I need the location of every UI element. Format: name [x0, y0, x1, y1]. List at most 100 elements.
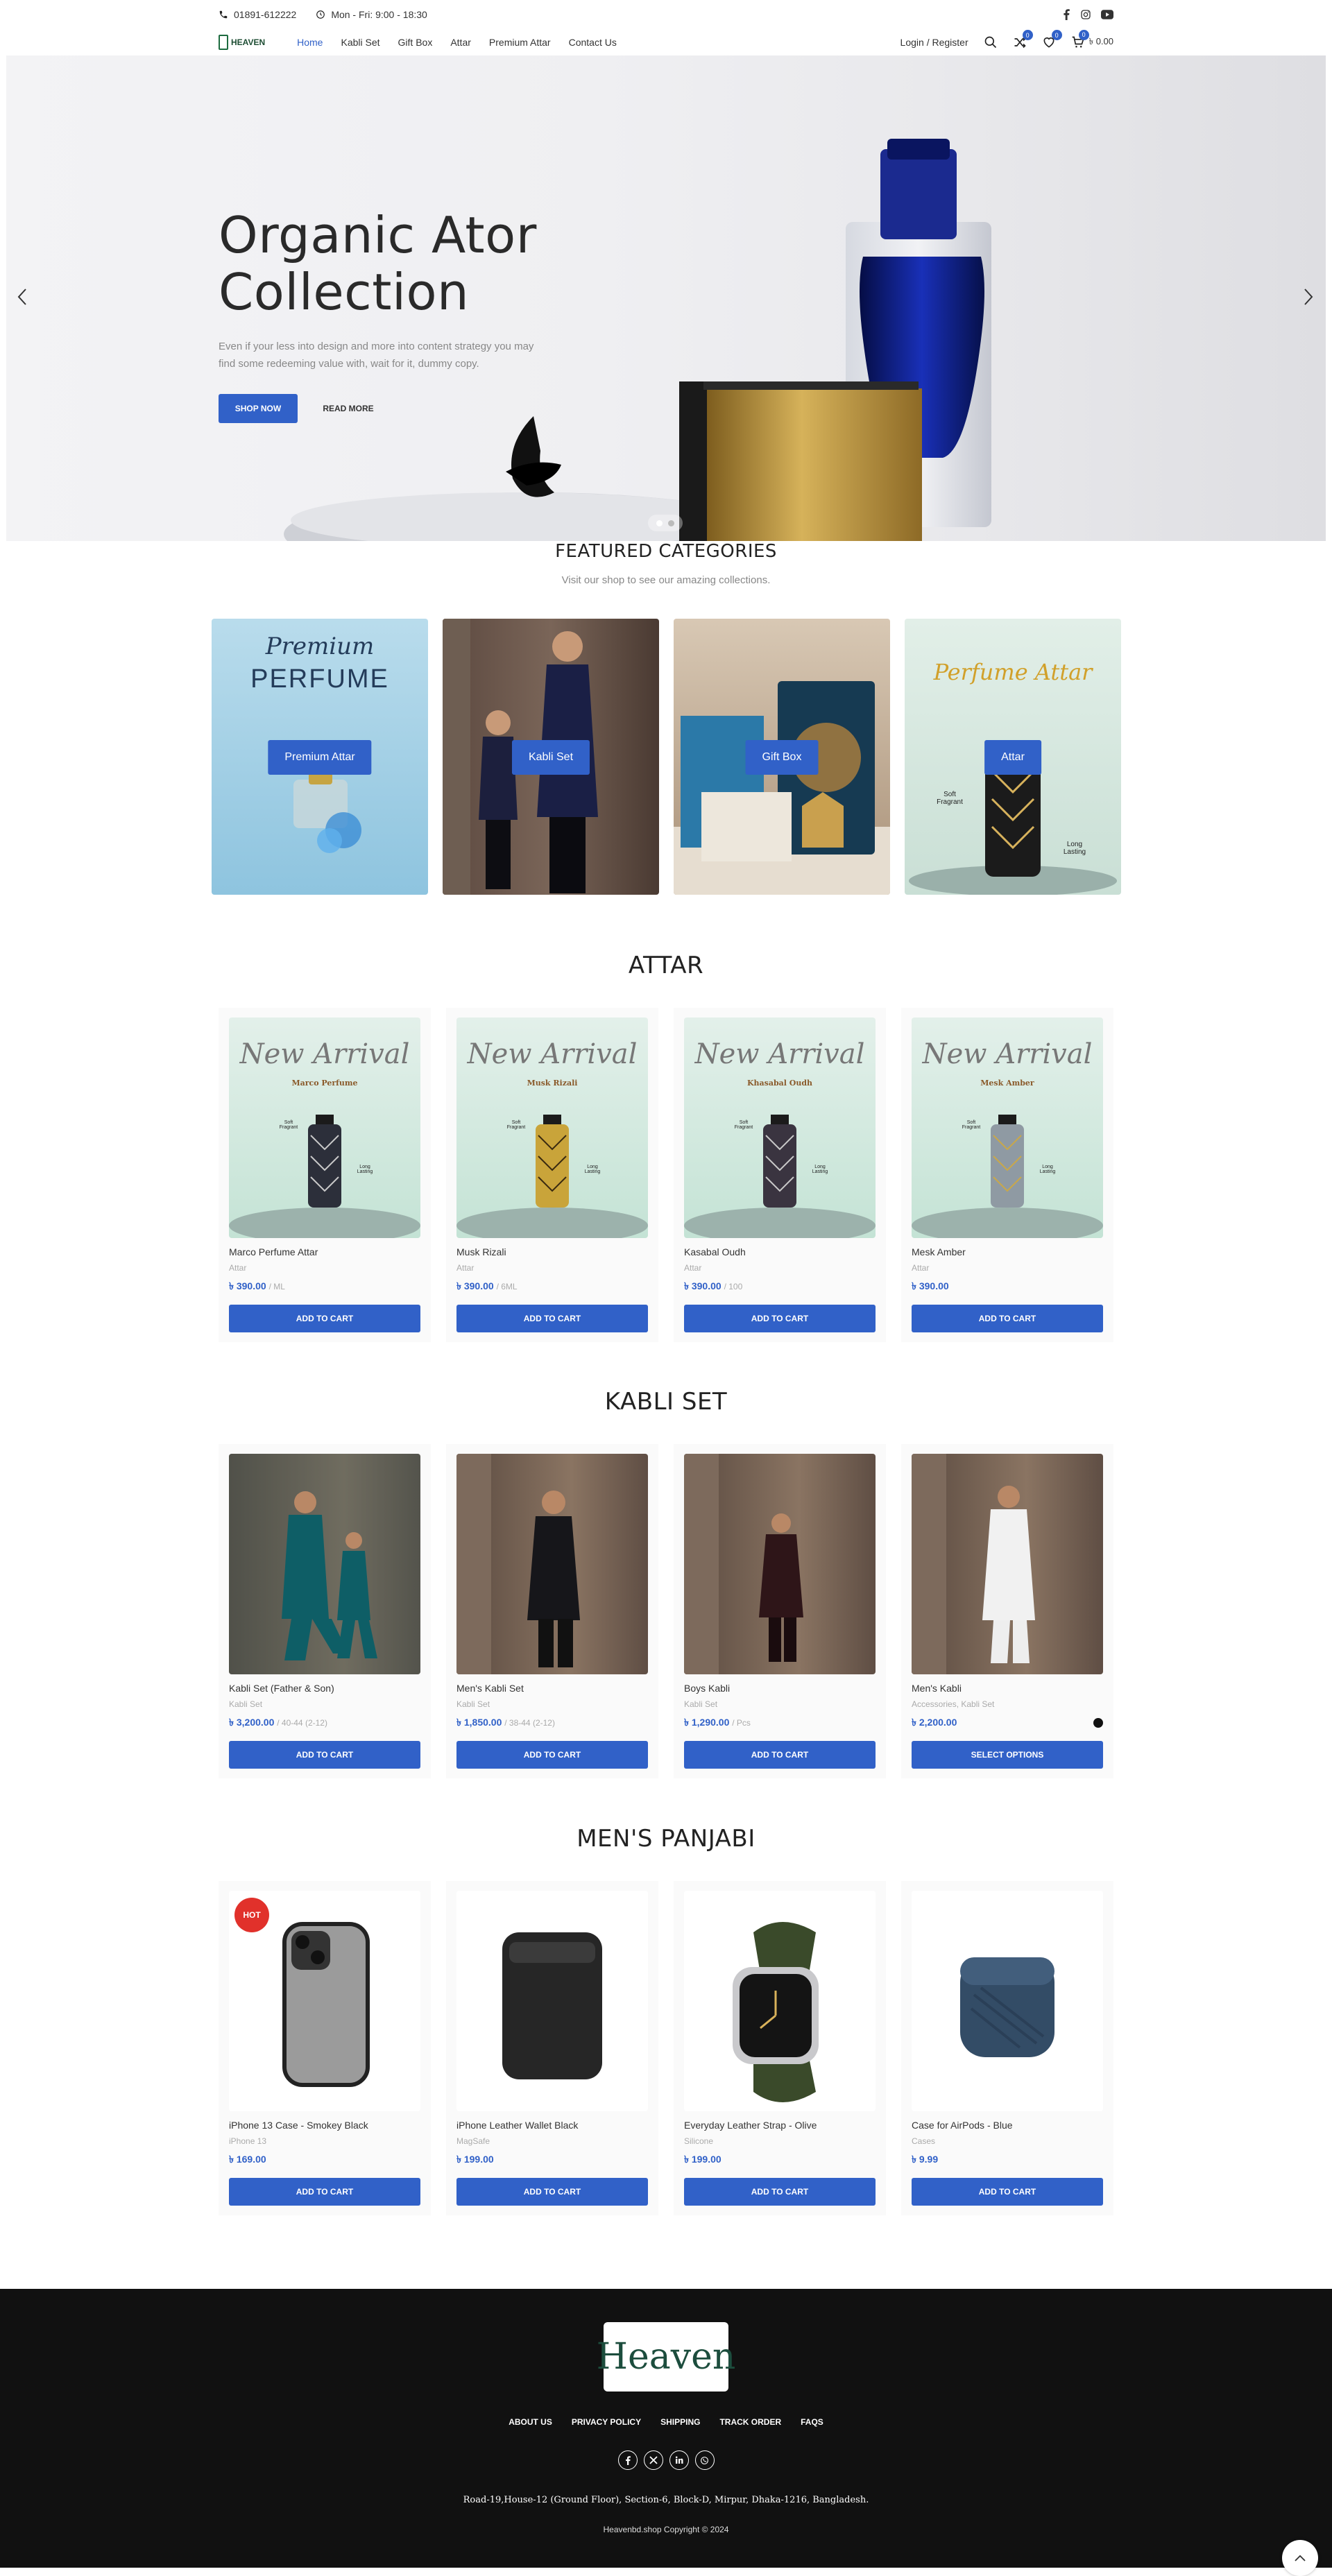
category-label[interactable]: Gift Box [745, 740, 819, 775]
category-gift-box[interactable]: Gift Box [674, 619, 890, 895]
add-to-cart-button[interactable]: ADD TO CART [456, 2178, 648, 2206]
product-card[interactable]: HOT iPhone 13 Case - Smokey Black iPhone… [219, 1881, 431, 2215]
nav-premium-attar[interactable]: Premium Attar [489, 37, 551, 48]
product-category[interactable]: Kabli Set [456, 1699, 648, 1709]
slider-dot-2[interactable] [668, 520, 674, 526]
footer-logo[interactable]: Heaven [597, 2322, 735, 2392]
add-to-cart-button[interactable]: ADD TO CART [684, 1305, 876, 1332]
category-kabli-set[interactable]: Kabli Set [443, 619, 659, 895]
add-to-cart-button[interactable]: ADD TO CART [229, 1741, 420, 1769]
product-card[interactable]: Kabli Set (Father & Son) Kabli Set ৳ 3,2… [219, 1444, 431, 1778]
product-name[interactable]: Musk Rizali [456, 1246, 648, 1257]
product-category[interactable]: Attar [229, 1263, 420, 1273]
facebook-icon[interactable] [1062, 9, 1070, 20]
product-name[interactable]: Men's Kabli Set [456, 1683, 648, 1694]
instagram-icon[interactable] [1080, 9, 1091, 20]
facebook-icon[interactable] [617, 2450, 638, 2470]
product-name[interactable]: iPhone Leather Wallet Black [456, 2120, 648, 2131]
color-swatch[interactable] [1093, 1718, 1103, 1728]
product-category[interactable]: Attar [684, 1263, 876, 1273]
product-name[interactable]: Marco Perfume Attar [229, 1246, 420, 1257]
category-premium-attar[interactable]: Premium PERFUME Premium Attar [212, 619, 428, 895]
site-logo[interactable]: HEAVEN [219, 35, 265, 50]
product-image[interactable]: New Arrival Marco Perfume Soft Fragrant … [229, 1017, 420, 1238]
shop-now-button[interactable]: SHOP NOW [219, 394, 298, 423]
product-image[interactable]: New Arrival Mesk Amber Soft Fragrant Lon… [912, 1017, 1103, 1238]
search-icon[interactable] [984, 35, 998, 49]
x-twitter-icon[interactable] [643, 2450, 663, 2470]
product-category[interactable]: Silicone [684, 2136, 876, 2146]
product-card[interactable]: New Arrival Khasabal Oudh Soft Fragrant … [674, 1008, 886, 1342]
cart-button[interactable]: 0 ৳ 0.00 [1071, 29, 1113, 50]
linkedin-icon[interactable] [669, 2450, 689, 2470]
product-image[interactable] [456, 1454, 648, 1674]
whatsapp-icon[interactable] [694, 2450, 715, 2470]
phone-info[interactable]: 01891-612222 [219, 9, 296, 20]
product-image[interactable] [912, 1454, 1103, 1674]
product-category[interactable]: Kabli Set [229, 1699, 420, 1709]
footer-link-track-order[interactable]: TRACK ORDER [719, 2417, 781, 2427]
add-to-cart-button[interactable]: ADD TO CART [456, 1741, 648, 1769]
category-attar[interactable]: Perfume Attar Soft Fragrant Long Lasting… [905, 619, 1121, 895]
add-to-cart-button[interactable]: ADD TO CART [684, 1741, 876, 1769]
category-label[interactable]: Premium Attar [268, 740, 372, 775]
nav-home[interactable]: Home [297, 37, 323, 48]
product-category[interactable]: MagSafe [456, 2136, 648, 2146]
product-image[interactable] [229, 1454, 420, 1674]
nav-kabli-set[interactable]: Kabli Set [341, 37, 379, 48]
footer-link-privacy-policy[interactable]: PRIVACY POLICY [572, 2417, 641, 2427]
product-category[interactable]: Kabli Set [684, 1699, 876, 1709]
product-image[interactable] [456, 1891, 648, 2111]
product-card[interactable]: New Arrival Mesk Amber Soft Fragrant Lon… [901, 1008, 1113, 1342]
product-category[interactable]: Accessories, Kabli Set [912, 1699, 1103, 1709]
slider-next-icon[interactable] [1302, 286, 1315, 313]
product-card[interactable]: Everyday Leather Strap - Olive Silicone … [674, 1881, 886, 2215]
product-name[interactable]: Kasabal Oudh [684, 1246, 876, 1257]
login-register-link[interactable]: Login / Register [900, 37, 968, 48]
wishlist-button[interactable]: 0 [1042, 30, 1062, 49]
add-to-cart-button[interactable]: ADD TO CART [684, 2178, 876, 2206]
product-card[interactable]: Boys Kabli Kabli Set ৳ 1,290.00 / Pcs AD… [674, 1444, 886, 1778]
product-name[interactable]: Mesk Amber [912, 1246, 1103, 1257]
add-to-cart-button[interactable]: ADD TO CART [229, 2178, 420, 2206]
product-category[interactable]: iPhone 13 [229, 2136, 420, 2146]
read-more-button[interactable]: READ MORE [310, 394, 386, 423]
product-image[interactable] [912, 1891, 1103, 2111]
category-label[interactable]: Kabli Set [511, 740, 590, 775]
product-name[interactable]: Boys Kabli [684, 1683, 876, 1694]
product-card[interactable]: Men's Kabli Set Kabli Set ৳ 1,850.00 / 3… [446, 1444, 658, 1778]
product-image[interactable]: New Arrival Khasabal Oudh Soft Fragrant … [684, 1017, 876, 1238]
slider-prev-icon[interactable] [16, 286, 28, 313]
product-name[interactable]: Everyday Leather Strap - Olive [684, 2120, 876, 2131]
footer-link-shipping[interactable]: SHIPPING [660, 2417, 700, 2427]
product-card[interactable]: New Arrival Musk Rizali Soft Fragrant Lo… [446, 1008, 658, 1342]
add-to-cart-button[interactable]: ADD TO CART [456, 1305, 648, 1332]
nav-gift-box[interactable]: Gift Box [398, 37, 433, 48]
youtube-icon[interactable] [1101, 10, 1113, 19]
product-name[interactable]: Case for AirPods - Blue [912, 2120, 1103, 2131]
nav-contact-us[interactable]: Contact Us [569, 37, 617, 48]
scroll-to-top-button[interactable] [1282, 2540, 1318, 2576]
add-to-cart-button[interactable]: ADD TO CART [912, 2178, 1103, 2206]
product-card[interactable]: iPhone Leather Wallet Black MagSafe ৳ 19… [446, 1881, 658, 2215]
add-to-cart-button[interactable]: ADD TO CART [229, 1305, 420, 1332]
product-image[interactable] [684, 1891, 876, 2111]
product-image[interactable]: HOT [229, 1891, 420, 2111]
product-card[interactable]: Men's Kabli Accessories, Kabli Set ৳ 2,2… [901, 1444, 1113, 1778]
product-image[interactable]: New Arrival Musk Rizali Soft Fragrant Lo… [456, 1017, 648, 1238]
product-category[interactable]: Cases [912, 2136, 1103, 2146]
product-name[interactable]: iPhone 13 Case - Smokey Black [229, 2120, 420, 2131]
footer-link-faqs[interactable]: FAQS [801, 2417, 823, 2427]
nav-attar[interactable]: Attar [450, 37, 471, 48]
footer-link-about-us[interactable]: ABOUT US [509, 2417, 552, 2427]
product-card[interactable]: Case for AirPods - Blue Cases ৳ 9.99 ADD… [901, 1881, 1113, 2215]
slider-dot-1[interactable] [656, 520, 663, 526]
product-name[interactable]: Men's Kabli [912, 1683, 1103, 1694]
product-card[interactable]: New Arrival Marco Perfume Soft Fragrant … [219, 1008, 431, 1342]
product-image[interactable] [684, 1454, 876, 1674]
category-label[interactable]: Attar [984, 740, 1041, 775]
product-category[interactable]: Attar [912, 1263, 1103, 1273]
product-category[interactable]: Attar [456, 1263, 648, 1273]
compare-button[interactable]: 0 [1013, 30, 1033, 49]
product-name[interactable]: Kabli Set (Father & Son) [229, 1683, 420, 1694]
